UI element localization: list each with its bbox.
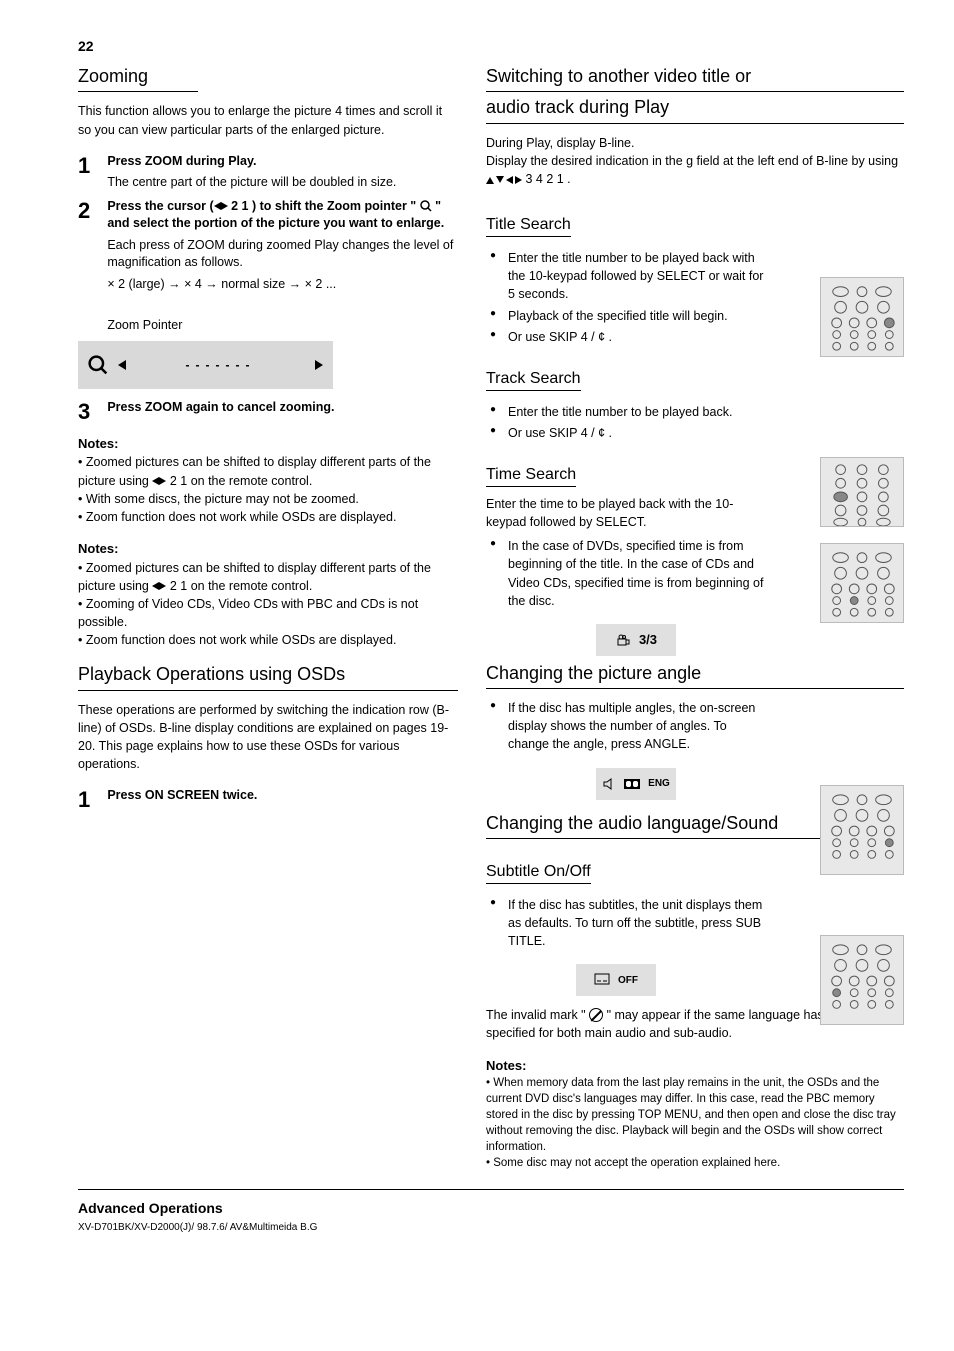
step1-num: 1 xyxy=(78,153,104,179)
remote-thumb-3 xyxy=(820,543,904,623)
track-bullet-1: Enter the title number to be played back… xyxy=(486,403,766,421)
track-bullet-2: Or use SKIP 4 / ¢ . xyxy=(486,424,766,442)
right-column: Switching to another video title or audi… xyxy=(486,65,904,1171)
direction-arrows-icon xyxy=(486,176,522,184)
footer-section-title: Advanced Operations xyxy=(78,1189,904,1216)
title-bullet-2: Playback of the specified title will beg… xyxy=(486,307,766,325)
left-arrow-icon xyxy=(214,202,221,210)
notes-a-2: With some discs, the picture may not be … xyxy=(86,492,359,506)
time-bullet-1: In the case of DVDs, specified time is f… xyxy=(486,537,766,610)
notes-a-3: Zoom function does not work while OSDs a… xyxy=(86,510,397,524)
step2-flow: × 2 (large) → × 4 → normal size → × 2 ..… xyxy=(107,276,457,294)
angle-osd-value: 3/3 xyxy=(639,632,657,647)
subtitle-osd-box: OFF xyxy=(576,964,656,996)
notes-b-3: Zoom function does not work while OSDs a… xyxy=(86,633,397,647)
zoom-bar-dashes: ------- xyxy=(126,358,315,372)
right-arrow-icon xyxy=(159,477,166,485)
notes-b-1b: 2 1 on the remote control. xyxy=(170,579,312,593)
speaker-icon xyxy=(602,777,616,791)
switch-line1b: Display the desired indication in the g … xyxy=(486,154,898,168)
switching-heading-a: Switching to another video title or xyxy=(486,65,904,92)
zoom-indicator-box: ------- xyxy=(78,341,333,389)
angle-bullet-1: If the disc has multiple angles, the on-… xyxy=(486,699,766,753)
prohibited-icon xyxy=(589,1008,603,1022)
dolby-icon xyxy=(624,779,640,789)
right-arrow-icon xyxy=(159,582,166,590)
step1-main: Press ZOOM during Play. xyxy=(107,154,256,168)
invalid-mark-text-a: The invalid mark " xyxy=(486,1008,586,1022)
right-note-2: Some disc may not accept the operation e… xyxy=(493,1157,780,1169)
footer-model-info: XV-D701BK/XV-D2000(J)/ 98.7.6/ AV&Multim… xyxy=(78,1222,904,1233)
title-bullet-1: Enter the title number to be played back… xyxy=(486,249,766,303)
subtitle-subhead: Subtitle On/Off xyxy=(486,863,591,884)
audio-osd-box: ENG xyxy=(596,768,676,800)
step2-main: Press the cursor ( 2 1 ) to shift the Zo… xyxy=(107,199,444,231)
remote-thumb-1 xyxy=(820,277,904,357)
angle-heading: Changing the picture angle xyxy=(486,662,904,689)
left-triangle-icon xyxy=(118,360,126,370)
page-number: 22 xyxy=(78,38,94,54)
switching-heading-b: audio track during Play xyxy=(486,96,904,123)
notes-b-label: Notes: xyxy=(78,541,118,556)
remote-thumb-2 xyxy=(820,457,904,527)
time-search-text: Enter the time to be played back with th… xyxy=(486,495,766,531)
step1-sub: The centre part of the picture will be d… xyxy=(107,174,457,192)
left-column: Zooming This function allows you to enla… xyxy=(78,65,458,1171)
title-search-subhead: Title Search xyxy=(486,216,571,237)
subtitle-osd-value: OFF xyxy=(618,975,638,986)
title-bullet-3: Or use SKIP 4 / ¢ . xyxy=(486,328,766,346)
camera-angle-icon xyxy=(615,632,631,648)
notes-b-2: Zooming of Video CDs, Video CDs with PBC… xyxy=(78,597,418,629)
zoom-pointer-label: Zoom Pointer xyxy=(107,317,457,335)
right-note-1: When memory data from the last play rema… xyxy=(486,1077,896,1153)
step4-num: 1 xyxy=(78,787,104,813)
audio-osd-value: ENG xyxy=(648,778,670,789)
step2-sub: Each press of ZOOM during zoomed Play ch… xyxy=(107,237,457,272)
zooming-heading: Zooming xyxy=(78,65,198,92)
playback-osd-intro: These operations are performed by switch… xyxy=(78,701,458,774)
angle-osd-box: 3/3 xyxy=(596,624,676,656)
step4-main: Press ON SCREEN twice. xyxy=(107,788,257,802)
notes-a-label: Notes: xyxy=(78,436,118,451)
switch-line1a: During Play, display B-line. xyxy=(486,136,634,150)
step3-num: 3 xyxy=(78,399,104,425)
zoom-pointer-icon xyxy=(88,355,108,375)
step2-num: 2 xyxy=(78,198,104,224)
left-arrow-icon xyxy=(152,477,159,485)
playback-osd-heading: Playback Operations using OSDs xyxy=(78,663,458,690)
right-arrow-icon xyxy=(221,202,228,210)
notes-a-1b: 2 1 on the remote control. xyxy=(170,474,312,488)
zoom-intro: This function allows you to enlarge the … xyxy=(78,102,458,138)
left-arrow-icon xyxy=(152,582,159,590)
right-notes-label: Notes: xyxy=(486,1058,526,1073)
remote-thumb-5 xyxy=(820,935,904,1025)
subtitle-bullet-1: If the disc has subtitles, the unit disp… xyxy=(486,896,766,950)
zoom-pointer-icon xyxy=(420,200,432,212)
right-triangle-icon xyxy=(315,360,323,370)
step3-main: Press ZOOM again to cancel zooming. xyxy=(107,400,334,414)
subtitle-icon xyxy=(594,973,610,987)
track-search-subhead: Track Search xyxy=(486,370,581,391)
time-search-subhead: Time Search xyxy=(486,466,576,487)
remote-thumb-4 xyxy=(820,785,904,875)
switch-line1c: 3 4 2 1 . xyxy=(525,172,570,186)
